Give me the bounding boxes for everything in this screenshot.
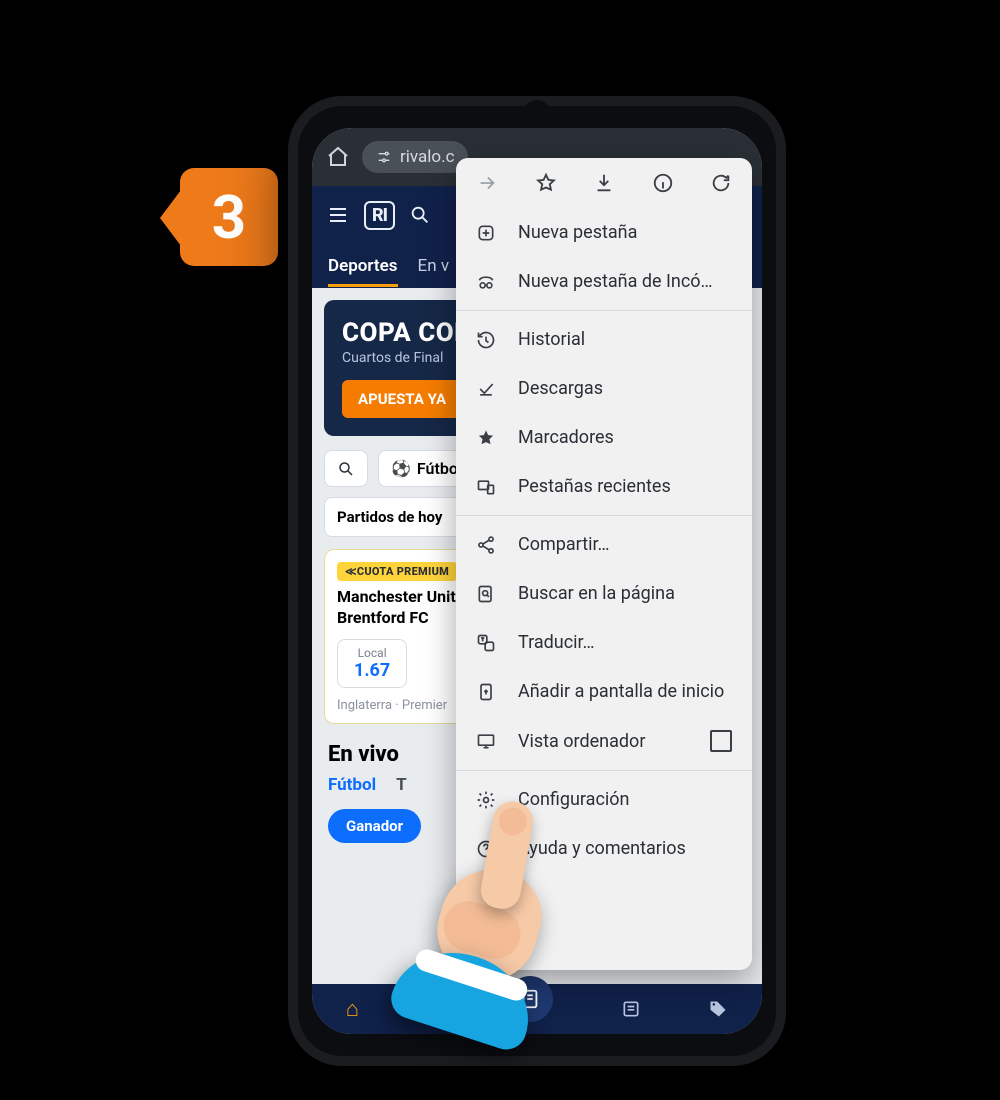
- menu-item-label: Nueva pestaña: [518, 222, 637, 243]
- soccer-icon: ⚽: [391, 459, 411, 478]
- check-down-icon: [476, 379, 498, 399]
- menu-item-label: Configuración: [518, 789, 629, 810]
- translate-icon: [476, 633, 498, 653]
- menu-item-find[interactable]: Buscar en la página: [456, 569, 752, 618]
- live-tab-2[interactable]: T: [396, 775, 407, 795]
- menu-item-label: Descargas: [518, 378, 603, 399]
- nav-checklist-icon[interactable]: [621, 999, 641, 1019]
- nav-home-icon[interactable]: ⌂: [346, 996, 359, 1022]
- menu-item-label: Compartir…: [518, 534, 610, 555]
- tab-deportes[interactable]: Deportes: [328, 256, 398, 287]
- menu-top-row: [456, 158, 752, 208]
- menu-list: Nueva pestaña Nueva pestaña de Incó… Histo…: [456, 208, 752, 970]
- devices-icon: [476, 477, 498, 497]
- menu-item-label: Historial: [518, 329, 585, 350]
- menu-item-help[interactable]: Ayuda y comentarios: [456, 824, 752, 873]
- menu-item-share[interactable]: Compartir…: [456, 520, 752, 569]
- nav-list-icon[interactable]: ≡: [427, 996, 440, 1022]
- menu-item-check-down[interactable]: Descargas: [456, 364, 752, 413]
- menu-item-label: Nueva pestaña de Incó…: [518, 271, 713, 292]
- gear-icon: [476, 790, 498, 810]
- phone-frame: rivalo.c RI Deportes En v: [288, 96, 786, 1066]
- incognito-icon: [476, 272, 498, 292]
- url-pill[interactable]: rivalo.c: [362, 141, 468, 173]
- menu-item-gear[interactable]: Configuración: [456, 775, 752, 824]
- menu-item-history[interactable]: Historial: [456, 315, 752, 364]
- download-icon[interactable]: [593, 172, 615, 194]
- phone-screen: rivalo.c RI Deportes En v: [312, 128, 762, 1034]
- menu-item-label: Ayuda y comentarios: [518, 838, 686, 859]
- menu-item-desktop[interactable]: Vista ordenador: [456, 716, 752, 766]
- bottom-nav: ⌂ ≡: [312, 984, 762, 1034]
- odds-label: Local: [354, 646, 390, 660]
- share-icon: [476, 535, 498, 555]
- home-icon[interactable]: [326, 145, 350, 169]
- camera-notch: [523, 100, 551, 128]
- premium-badge: ≪ CUOTA PREMIUM: [337, 562, 457, 581]
- menu-separator: [456, 770, 752, 771]
- tab-en-vivo[interactable]: En v: [418, 256, 450, 276]
- menu-item-star-fill[interactable]: Marcadores: [456, 413, 752, 462]
- history-icon: [476, 330, 498, 350]
- winner-pill[interactable]: Ganador: [328, 809, 421, 843]
- help-icon: [476, 839, 498, 859]
- menu-item-label: Añadir a pantalla de inicio: [518, 681, 724, 702]
- hamburger-icon[interactable]: [326, 203, 350, 227]
- live-tab-futbol[interactable]: Fútbol: [328, 775, 376, 795]
- star-icon[interactable]: [535, 172, 557, 194]
- star-fill-icon: [476, 428, 498, 448]
- forward-icon[interactable]: [476, 172, 498, 194]
- odds-local[interactable]: Local 1.67: [337, 639, 407, 688]
- tune-icon: [376, 149, 392, 165]
- search-icon[interactable]: [409, 204, 431, 226]
- menu-item-label: Marcadores: [518, 427, 614, 448]
- site-logo[interactable]: RI: [364, 201, 395, 230]
- find-icon: [476, 584, 498, 604]
- hero-cta-button[interactable]: APUESTA YA: [342, 380, 462, 418]
- menu-item-label: Pestañas recientes: [518, 476, 671, 497]
- menu-separator: [456, 310, 752, 311]
- menu-item-label: Buscar en la página: [518, 583, 675, 604]
- info-icon[interactable]: [652, 172, 674, 194]
- step-badge: 3: [180, 168, 278, 266]
- nav-tag-icon[interactable]: [708, 999, 728, 1019]
- menu-item-label: Traducir…: [518, 632, 595, 653]
- search-icon: [337, 460, 355, 478]
- menu-item-plus[interactable]: Nueva pestaña: [456, 208, 752, 257]
- plus-icon: [476, 223, 498, 243]
- add-home-icon: [476, 682, 498, 702]
- filter-search[interactable]: [324, 450, 368, 487]
- browser-menu: Nueva pestaña Nueva pestaña de Incó… Histo…: [456, 158, 752, 970]
- desktop-icon: [476, 731, 498, 751]
- step-number: 3: [212, 182, 246, 253]
- url-text: rivalo.c: [400, 147, 454, 167]
- checkbox[interactable]: [710, 730, 732, 752]
- menu-item-add-home[interactable]: Añadir a pantalla de inicio: [456, 667, 752, 716]
- menu-item-devices[interactable]: Pestañas recientes: [456, 462, 752, 511]
- menu-item-translate[interactable]: Traducir…: [456, 618, 752, 667]
- menu-separator: [456, 515, 752, 516]
- refresh-icon[interactable]: [710, 172, 732, 194]
- menu-item-label: Vista ordenador: [518, 731, 645, 752]
- nav-betslip-icon[interactable]: [507, 976, 553, 1022]
- menu-item-incognito[interactable]: Nueva pestaña de Incó…: [456, 257, 752, 306]
- odds-value: 1.67: [354, 660, 390, 681]
